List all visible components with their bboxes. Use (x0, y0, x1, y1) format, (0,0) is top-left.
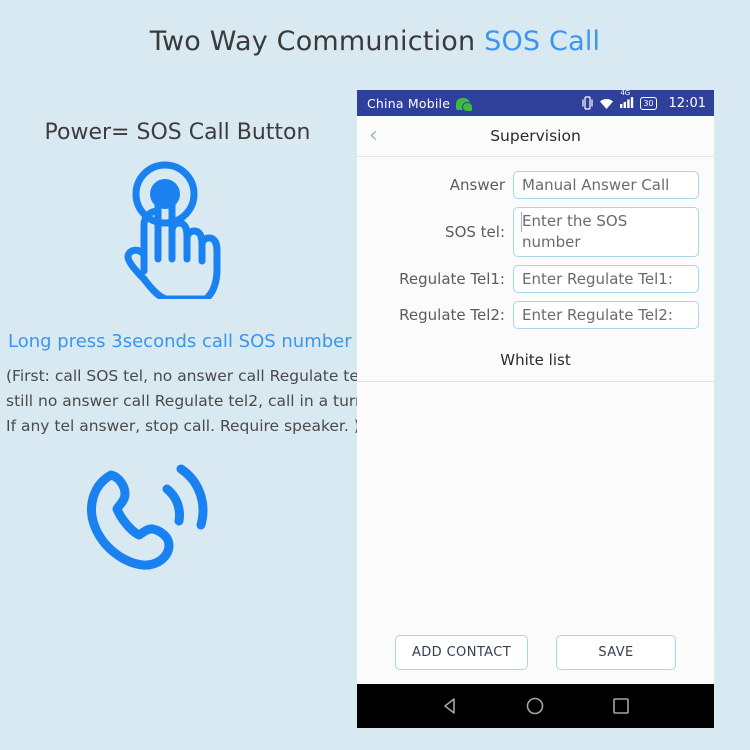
back-chevron-icon[interactable]: ‹ (369, 125, 378, 147)
answer-field-value: Manual Answer Call (522, 176, 670, 194)
description-line-1: (First: call SOS tel, no answer call Reg… (6, 367, 374, 385)
save-button[interactable]: SAVE (556, 635, 677, 670)
description-block: (First: call SOS tel, no answer call Reg… (0, 364, 374, 439)
signal-bars-icon: 4G (620, 90, 634, 111)
app-bar: ‹ Supervision (357, 116, 714, 157)
description-line-2: still no answer call Regulate tel2, call… (6, 392, 370, 410)
android-nav-bar (357, 684, 714, 728)
regulate-tel2-input[interactable]: Enter Regulate Tel2: (513, 301, 699, 329)
regulate-tel2-placeholder: Enter Regulate Tel2: (522, 306, 673, 324)
vibrate-icon (582, 96, 593, 110)
wifi-icon (600, 98, 614, 109)
tap-gesture-icon (0, 159, 355, 303)
answer-field[interactable]: Manual Answer Call (513, 171, 699, 199)
regulate-tel2-label: Regulate Tel2: (399, 306, 505, 324)
phone-call-icon (0, 461, 355, 580)
long-press-heading: Long press 3seconds call SOS number (8, 331, 352, 352)
page-title-main: Two Way Communiction (149, 26, 485, 57)
regulate-tel1-placeholder: Enter Regulate Tel1: (522, 270, 673, 288)
nav-home-icon[interactable] (525, 696, 545, 716)
page-title-accent: SOS Call (484, 26, 601, 57)
form-row-answer: Answer Manual Answer Call (365, 171, 699, 199)
whitelist-list[interactable] (357, 382, 714, 625)
power-button-label: Power= SOS Call Button (44, 120, 311, 145)
left-info-panel: Power= SOS Call Button Long press 3secon… (0, 120, 374, 720)
description-line-3: If any tel answer, stop call. Require sp… (6, 417, 360, 435)
action-button-bar: ADD CONTACT SAVE (357, 625, 714, 684)
network-type-label: 4G (620, 90, 631, 97)
settings-form: Answer Manual Answer Call SOS tel: Enter… (357, 157, 714, 343)
battery-icon: 30 (640, 96, 657, 110)
form-row-regulate-tel1: Regulate Tel1: Enter Regulate Tel1: (365, 265, 699, 293)
regulate-tel1-input[interactable]: Enter Regulate Tel1: (513, 265, 699, 293)
nav-recents-icon[interactable] (611, 696, 631, 716)
status-bar: China Mobile 4G 30 12:01 (357, 90, 714, 116)
nav-back-icon[interactable] (440, 696, 460, 716)
whitelist-section-title: White list (357, 343, 714, 382)
sos-tel-placeholder: Enter the SOS number (522, 212, 628, 251)
answer-label: Answer (449, 176, 505, 194)
wechat-icon (456, 98, 474, 112)
text-caret (521, 212, 522, 232)
carrier-label: China Mobile (367, 95, 451, 111)
phone-mockup: China Mobile 4G 30 12:01 ‹ Supervision A… (357, 90, 714, 728)
form-row-regulate-tel2: Regulate Tel2: Enter Regulate Tel2: (365, 301, 699, 329)
regulate-tel1-label: Regulate Tel1: (399, 270, 505, 288)
status-icons: 4G 30 12:01 (582, 90, 706, 111)
app-bar-title: Supervision (490, 127, 581, 145)
sos-tel-input[interactable]: Enter the SOS number (513, 207, 699, 257)
add-contact-button[interactable]: ADD CONTACT (394, 635, 529, 670)
form-row-sos-tel: SOS tel: Enter the SOS number (365, 207, 699, 257)
page-title: Two Way Communiction SOS Call (0, 26, 750, 57)
battery-level: 30 (643, 98, 654, 108)
sos-tel-label: SOS tel: (445, 223, 505, 241)
clock-label: 12:01 (668, 95, 706, 111)
